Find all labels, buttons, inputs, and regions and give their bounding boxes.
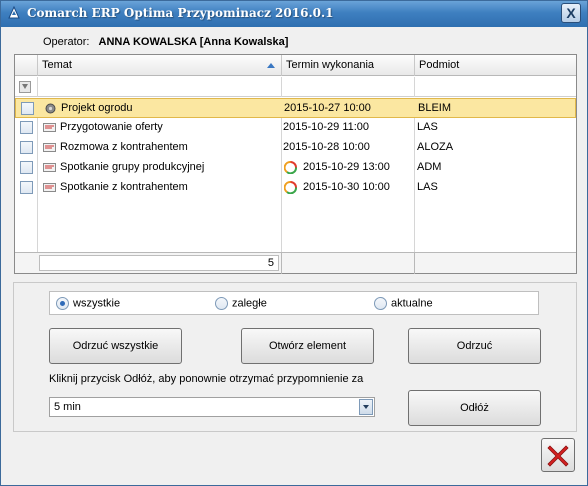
- overdue-clock-icon: [284, 161, 297, 174]
- app-icon: [8, 6, 20, 19]
- close-icon: [547, 445, 569, 467]
- radio-all-label: wszystkie: [73, 297, 121, 310]
- operator-row: Operator: ANNA KOWALSKA [Anna Kowalska]: [43, 36, 288, 48]
- chevron-down-icon[interactable]: [359, 399, 373, 415]
- radio-current[interactable]: aktualne: [374, 297, 433, 310]
- row-term: 2015-10-30 10:00: [303, 181, 390, 193]
- window-title: Comarch ERP Optima Przypominacz 2016.0.1: [27, 6, 334, 20]
- row-topic: Przygotowanie oferty: [60, 121, 163, 133]
- snooze-duration-value: 5 min: [54, 401, 81, 413]
- radio-overdue[interactable]: zaległe: [215, 297, 267, 310]
- row-topic: Spotkanie z kontrahentem: [60, 181, 188, 193]
- note-icon: [43, 183, 56, 192]
- filter-icon[interactable]: [19, 81, 31, 93]
- row-checkbox[interactable]: [20, 121, 33, 134]
- column-divider: [414, 253, 415, 274]
- row-topic: Spotkanie grupy produkcyjnej: [60, 161, 205, 173]
- table-row[interactable]: Spotkanie grupy produkcyjnej 2015-10-29 …: [15, 158, 576, 178]
- open-element-button[interactable]: Otwórz element: [241, 328, 374, 364]
- row-subject: LAS: [417, 121, 438, 133]
- row-subject: ALOZA: [417, 141, 454, 153]
- snooze-hint: Kliknij przycisk Odłóż, aby ponownie otr…: [49, 373, 364, 385]
- row-subject: LAS: [417, 181, 438, 193]
- row-term: 2015-10-27 10:00: [284, 102, 371, 114]
- table-row[interactable]: Przygotowanie oferty 2015-10-29 11:00 LA…: [15, 118, 576, 138]
- column-divider: [37, 77, 38, 97]
- filter-radio-group: wszystkie zaległe aktualne: [49, 291, 539, 315]
- row-checkbox[interactable]: [20, 141, 33, 154]
- row-term: 2015-10-29 11:00: [283, 121, 370, 133]
- column-divider: [281, 253, 282, 274]
- snooze-button[interactable]: Odłóż: [408, 390, 541, 426]
- row-term: 2015-10-29 13:00: [303, 161, 390, 173]
- column-header-topic[interactable]: Temat: [37, 55, 281, 76]
- reject-button[interactable]: Odrzuć: [408, 328, 541, 364]
- reminder-window: Comarch ERP Optima Przypominacz 2016.0.1…: [0, 0, 588, 486]
- grid-header: Temat Termin wykonania Podmiot: [15, 55, 576, 76]
- radio-all-indicator[interactable]: [56, 297, 69, 310]
- column-header-subject[interactable]: Podmiot: [414, 55, 576, 76]
- row-term: 2015-10-28 10:00: [283, 141, 370, 153]
- row-subject: BLEIM: [418, 102, 452, 114]
- table-row[interactable]: Rozmowa z kontrahentem 2015-10-28 10:00 …: [15, 138, 576, 158]
- reminders-grid: Temat Termin wykonania Podmiot Projekt o…: [14, 54, 577, 274]
- radio-all[interactable]: wszystkie: [56, 297, 120, 310]
- reject-all-button[interactable]: Odrzuć wszystkie: [49, 328, 182, 364]
- window-close-button[interactable]: X: [561, 3, 581, 23]
- radio-current-label: aktualne: [391, 297, 433, 310]
- column-header-subject-label: Podmiot: [419, 59, 460, 71]
- table-row[interactable]: Projekt ogrodu 2015-10-27 10:00 BLEIM: [15, 98, 576, 118]
- exit-button[interactable]: [541, 438, 575, 472]
- title-bar[interactable]: Comarch ERP Optima Przypominacz 2016.0.1…: [1, 1, 587, 27]
- actions-panel: wszystkie zaległe aktualne Odrzuć wszyst…: [13, 282, 577, 432]
- row-topic: Rozmowa z kontrahentem: [60, 141, 188, 153]
- column-divider: [281, 77, 282, 97]
- client-area: Operator: ANNA KOWALSKA [Anna Kowalska] …: [5, 28, 583, 483]
- row-checkbox[interactable]: [20, 161, 33, 174]
- task-icon: [45, 103, 56, 114]
- column-header-term[interactable]: Termin wykonania: [281, 55, 414, 76]
- operator-name: ANNA KOWALSKA [Anna Kowalska]: [98, 36, 289, 48]
- sort-ascending-icon: [267, 63, 275, 68]
- row-topic: Projekt ogrodu: [61, 102, 133, 114]
- radio-current-indicator[interactable]: [374, 297, 387, 310]
- row-subject: ADM: [417, 161, 442, 173]
- note-icon: [43, 163, 56, 172]
- note-icon: [43, 143, 56, 152]
- operator-label: Operator:: [43, 36, 90, 48]
- row-checkbox[interactable]: [21, 102, 34, 115]
- radio-overdue-indicator[interactable]: [215, 297, 228, 310]
- note-icon: [43, 123, 56, 132]
- table-row[interactable]: Spotkanie z kontrahentem 2015-10-30 10:0…: [15, 178, 576, 198]
- overdue-clock-icon: [284, 181, 297, 194]
- column-header-term-label: Termin wykonania: [286, 59, 375, 71]
- row-count: 5: [39, 255, 279, 271]
- row-checkbox[interactable]: [20, 181, 33, 194]
- snooze-duration-select[interactable]: 5 min: [49, 397, 375, 417]
- grid-footer: 5: [15, 252, 576, 274]
- radio-overdue-label: zaległe: [232, 297, 267, 310]
- column-header-topic-label: Temat: [42, 59, 72, 71]
- filter-row: [15, 77, 576, 97]
- column-divider: [414, 77, 415, 97]
